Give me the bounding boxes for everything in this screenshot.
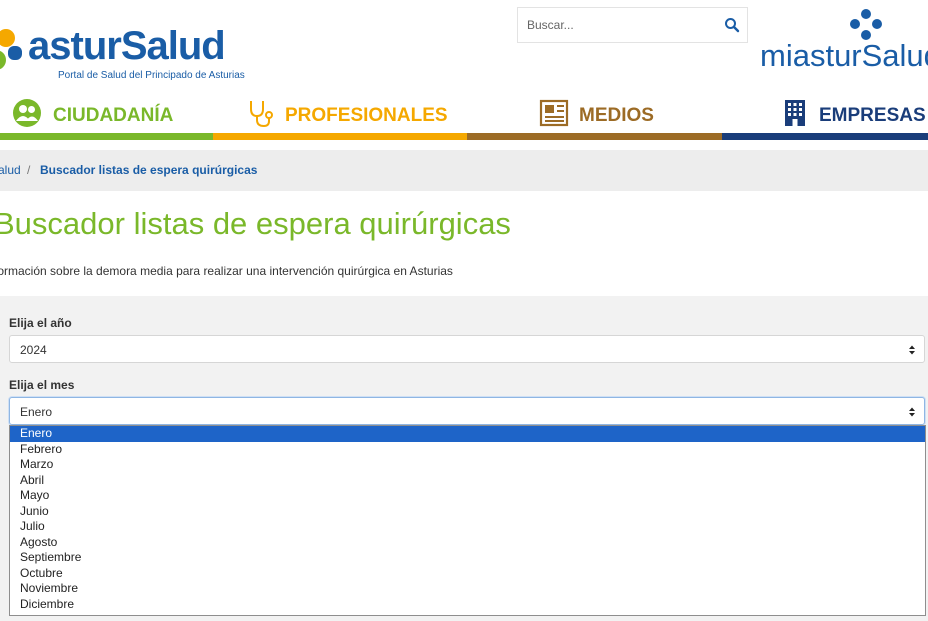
breadcrumb-home-link[interactable]: alud (0, 163, 21, 177)
nav-item-profesionales[interactable]: PROFESIONALES (213, 92, 467, 140)
search-icon[interactable] (723, 16, 741, 34)
asturSalud-logo[interactable]: asturSalud Portal de Salud del Principad… (0, 10, 268, 81)
breadcrumb: alud / Buscador listas de espera quirúrg… (0, 150, 928, 191)
chevron-updown-icon (909, 345, 915, 355)
month-option[interactable]: Enero (10, 426, 925, 442)
stethoscope-icon (250, 101, 273, 128)
month-select-value: Enero (20, 405, 53, 419)
people-icon (13, 99, 41, 127)
nav-label: PROFESIONALES (285, 105, 448, 126)
month-option[interactable]: Marzo (10, 457, 925, 473)
building-icon (785, 100, 805, 126)
search-box (517, 7, 748, 43)
nav-item-empresas[interactable]: EMPRESAS (722, 92, 928, 140)
newspaper-icon (539, 99, 569, 127)
site-header: asturSalud Portal de Salud del Principad… (0, 0, 928, 92)
month-dropdown-list: Enero Febrero Marzo Abril Mayo Junio Jul… (9, 425, 926, 616)
month-option[interactable]: Noviembre (10, 581, 925, 597)
month-label: Elija el mes (9, 378, 75, 392)
nav-item-ciudadania[interactable]: CIUDADANÍA (0, 92, 213, 140)
month-option[interactable]: Octubre (10, 566, 925, 582)
page-intro: formación sobre la demora media para rea… (0, 264, 453, 278)
year-label: Elija el año (9, 316, 72, 330)
logo-subtitle: Portal de Salud del Principado de Asturi… (58, 70, 245, 81)
month-option[interactable]: Diciembre (10, 597, 925, 613)
month-option[interactable]: Agosto (10, 535, 925, 551)
month-option[interactable]: Febrero (10, 442, 925, 458)
breadcrumb-current: Buscador listas de espera quirúrgicas (40, 163, 258, 177)
nav-color-bar (0, 133, 213, 140)
month-select[interactable]: Enero (9, 397, 925, 425)
month-option[interactable]: Abril (10, 473, 925, 489)
page-title: Buscador listas de espera quirúrgicas (0, 206, 511, 241)
main-nav: CIUDADANÍA PROFESIONALES MEDIOS EMPRESAS (0, 92, 928, 140)
year-select-value: 2024 (20, 343, 47, 357)
nav-color-bar (467, 133, 722, 140)
year-select[interactable]: 2024 (9, 335, 925, 363)
search-input[interactable] (527, 17, 717, 33)
nav-item-medios[interactable]: MEDIOS (467, 92, 722, 140)
chevron-updown-icon (909, 407, 915, 417)
nav-color-bar (213, 133, 467, 140)
month-option[interactable]: Mayo (10, 488, 925, 504)
month-option[interactable]: Julio (10, 519, 925, 535)
mias-wordmark: miasturSalud (760, 38, 928, 73)
breadcrumb-separator: / (27, 163, 31, 177)
nav-color-bar (722, 133, 928, 140)
logo-mark-icon (0, 29, 22, 70)
logo-wordmark: asturSalud (28, 24, 226, 68)
month-option[interactable]: Septiembre (10, 550, 925, 566)
nav-label: EMPRESAS (819, 105, 926, 126)
miasturSalud-logo[interactable]: miasturSalud (760, 8, 928, 78)
month-option[interactable]: Junio (10, 504, 925, 520)
nav-label: CIUDADANÍA (53, 105, 174, 126)
nav-label: MEDIOS (579, 105, 654, 126)
